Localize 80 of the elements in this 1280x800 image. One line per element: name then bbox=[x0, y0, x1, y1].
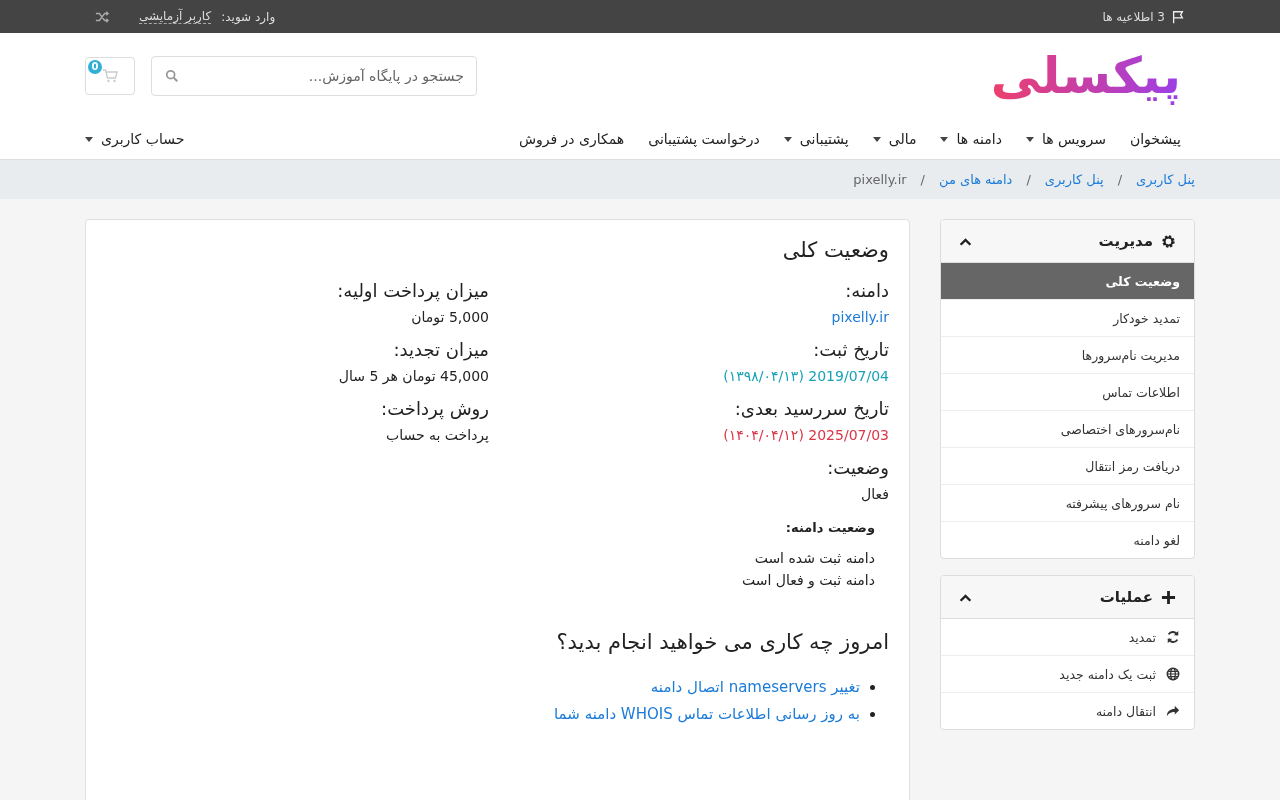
action-link[interactable]: تغییر nameservers اتصال دامنه bbox=[650, 673, 860, 701]
login-label: وارد شوید: bbox=[221, 9, 276, 24]
chevron-icon[interactable] bbox=[959, 592, 972, 602]
globe-icon bbox=[1166, 667, 1180, 681]
sidebar-item-label: دریافت رمز انتقال bbox=[1085, 458, 1180, 474]
sidebar-item-label: لغو دامنه bbox=[1133, 532, 1180, 548]
panel-title: عملیات bbox=[1099, 588, 1153, 606]
sidebar-item-label: نام‌سرورهای اختصاصی bbox=[1060, 421, 1180, 437]
sidebar-item-label: وضعیت کلی bbox=[1105, 273, 1180, 289]
search-field[interactable]: جستجو در پایگاه آموزش... bbox=[151, 56, 477, 96]
sidebar-item-label: انتقال دامنه bbox=[1095, 703, 1156, 719]
field-label: میزان تجدید: bbox=[392, 339, 489, 360]
field-value: 5,000 تومان bbox=[410, 309, 489, 325]
nav-menu-item[interactable]: همکاری در فروش bbox=[518, 131, 625, 147]
breadcrumb-link[interactable]: پنل کاربری bbox=[1136, 172, 1195, 187]
field-label: تاریخ سررسید بعدی: bbox=[733, 398, 889, 419]
sidebar-item[interactable]: نام‌سرورهای اختصاصی bbox=[941, 411, 1194, 448]
field-label: دامنه: bbox=[844, 280, 889, 301]
nav-menu-item[interactable]: دامنه ها bbox=[940, 131, 1002, 147]
field-value: 2025/07/03 (۱۴۰۴/۰۴/۱۲) bbox=[722, 427, 889, 443]
bullet-icon bbox=[870, 711, 875, 717]
domain-link[interactable]: pixelly.ir bbox=[509, 309, 889, 325]
sidebar-item[interactable]: دریافت رمز انتقال bbox=[941, 448, 1194, 485]
account-menu[interactable]: حساب کاربری bbox=[85, 131, 185, 147]
breadcrumb-separator: / bbox=[920, 172, 925, 187]
sidebar-item[interactable]: ثبت یک دامنه جدید bbox=[941, 656, 1194, 693]
section-title: وضعیت کلی bbox=[781, 238, 889, 262]
nav-menu-item[interactable]: پیشخوان bbox=[1129, 131, 1181, 147]
sidebar-item-label: مدیریت نام‌سرورها bbox=[1081, 347, 1180, 363]
domain-status-label: وضعیت دامنه: bbox=[784, 520, 875, 535]
sidebar-item[interactable]: وضعیت کلی bbox=[941, 263, 1194, 300]
sidebar-item[interactable]: نام سرورهای پیشرفته bbox=[941, 485, 1194, 522]
field-label: تاریخ ثبت: bbox=[812, 339, 889, 360]
plus-icon bbox=[1161, 589, 1176, 605]
sidebar-item-label: نام سرورهای پیشرفته bbox=[1065, 495, 1180, 511]
breadcrumb-link[interactable]: دامنه های من bbox=[939, 172, 1013, 187]
notifications-link[interactable]: 3 اطلاعیه ها bbox=[1102, 9, 1165, 24]
sidebar-item-label: تمدید خودکار bbox=[1113, 310, 1180, 326]
domain-status-text: دامنه ثبت شده است bbox=[753, 549, 875, 568]
nav-menu-item[interactable]: مالی bbox=[872, 131, 917, 147]
flag-icon bbox=[1171, 9, 1185, 24]
cart-icon bbox=[102, 68, 118, 84]
chevron-icon[interactable] bbox=[959, 236, 972, 246]
field-label: میزان پرداخت اولیه: bbox=[336, 280, 489, 301]
breadcrumb-link[interactable]: پنل کاربری bbox=[1044, 172, 1104, 187]
user-link[interactable]: کاربر آزمایشی bbox=[139, 9, 212, 24]
sidebar-item[interactable]: لغو دامنه bbox=[941, 522, 1194, 558]
sidebar-item[interactable]: مدیریت نام‌سرورها bbox=[941, 337, 1194, 374]
breadcrumb-separator: / bbox=[1026, 172, 1031, 187]
field-value: 2019/07/04 (۱۳۹۸/۰۴/۱۳) bbox=[722, 368, 889, 384]
nav-menu-item[interactable]: درخواست پشتیبانی bbox=[648, 131, 760, 147]
sidebar-item-label: ثبت یک دامنه جدید bbox=[1059, 666, 1156, 682]
nav-menu-item[interactable]: سرویس ها bbox=[1025, 131, 1106, 147]
field-label: روش پرداخت: bbox=[380, 398, 489, 419]
gear-icon bbox=[1161, 233, 1176, 249]
actions-title: امروز چه کاری می خواهید انجام بدید؟ bbox=[555, 629, 889, 654]
search-icon bbox=[165, 69, 179, 83]
cart-count-badge: 0 bbox=[88, 60, 102, 74]
field-value: 45,000 تومان هر 5 سال bbox=[337, 368, 489, 384]
nav-menu-item[interactable]: پشتیبانی bbox=[783, 131, 849, 147]
panel-header[interactable]: عملیات bbox=[941, 576, 1194, 619]
field-value: فعال bbox=[860, 486, 889, 502]
shuffle-icon[interactable] bbox=[95, 9, 109, 24]
sidebar-item-label: تمدید bbox=[1128, 629, 1156, 645]
sidebar-item[interactable]: انتقال دامنه bbox=[941, 693, 1194, 729]
panel-header[interactable]: مدیریت bbox=[941, 220, 1194, 263]
sidebar-item-label: اطلاعات تماس bbox=[1102, 384, 1180, 400]
field-value: پرداخت به حساب bbox=[384, 427, 489, 443]
sidebar-item[interactable]: تمدید bbox=[941, 619, 1194, 656]
action-link[interactable]: به روز رسانی اطلاعات تماس WHOIS دامنه شما bbox=[554, 700, 860, 728]
bullet-icon bbox=[870, 684, 875, 690]
field-label: وضعیت: bbox=[826, 457, 889, 478]
refresh-icon bbox=[1166, 630, 1180, 644]
breadcrumb-current: pixelly.ir bbox=[853, 172, 907, 187]
panel-title: مدیریت bbox=[1098, 232, 1153, 250]
breadcrumb-separator: / bbox=[1117, 172, 1123, 187]
domain-status-text: دامنه ثبت و فعال است bbox=[740, 571, 875, 591]
sidebar-item[interactable]: تمدید خودکار bbox=[941, 300, 1194, 337]
share-arrow-icon bbox=[1166, 704, 1180, 718]
sidebar-item[interactable]: اطلاعات تماس bbox=[941, 374, 1194, 411]
